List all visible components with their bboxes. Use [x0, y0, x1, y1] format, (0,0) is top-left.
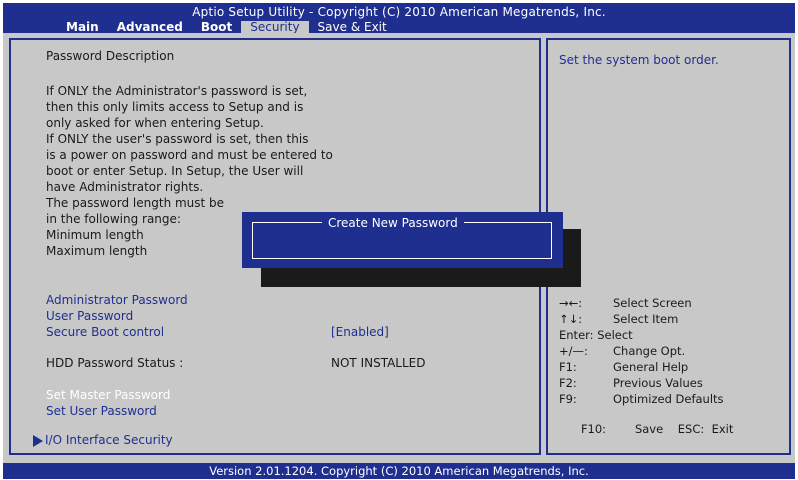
secure-boot-control-item[interactable]: Secure Boot control [46, 325, 164, 339]
key-hint-key: +/—: [559, 344, 588, 358]
key-hint-key: F9: [559, 392, 577, 406]
set-master-password-item[interactable]: Set Master Password [46, 388, 170, 402]
key-hint-action: Select [597, 328, 633, 342]
user-password-item[interactable]: User Password [46, 309, 133, 323]
title-bar: Aptio Setup Utility - Copyright (C) 2010… [3, 3, 795, 34]
dialog-title: Create New Password [322, 215, 464, 231]
description-line: have Administrator rights. [46, 180, 204, 194]
footer-bar: Version 2.01.1204. Copyright (C) 2010 Am… [3, 463, 795, 479]
key-hint: →←: Select Screen [559, 296, 692, 310]
key-hint-action: Select Screen [613, 296, 692, 310]
description-line: Minimum length [46, 228, 144, 242]
left-right-arrows-icon: →←: [559, 296, 583, 310]
help-text: Set the system boot order. [559, 53, 719, 67]
description-line: The password length must be [46, 196, 225, 210]
key-hint-key: Enter: [559, 328, 594, 342]
key-hint-action: Select Item [613, 312, 679, 326]
key-hint-action: Optimized Defaults [613, 392, 724, 406]
key-hint: Enter: Select [559, 328, 633, 342]
set-user-password-item[interactable]: Set User Password [46, 404, 157, 418]
key-hint: ↑↓: Select Item [559, 312, 678, 326]
up-down-arrows-icon: ↑↓: [559, 312, 583, 326]
key-hint-action: General Help [613, 360, 689, 374]
key-hint: F2: Previous Values [559, 376, 703, 390]
key-hint-key: F10: [580, 422, 607, 436]
secure-boot-control-value[interactable]: [Enabled] [331, 325, 389, 339]
description-line: then this only limits access to Setup an… [46, 100, 304, 114]
description-line: Maximum length [46, 244, 148, 258]
administrator-password-item[interactable]: Administrator Password [46, 293, 188, 307]
hdd-password-status-value: NOT INSTALLED [331, 356, 426, 370]
description-line: is a power on password and must be enter… [46, 148, 333, 162]
description-line: If ONLY the user's password is set, then… [46, 132, 309, 146]
description-heading: Password Description [46, 49, 175, 63]
io-interface-security-item[interactable]: I/O Interface Security [33, 433, 173, 447]
description-line: If ONLY the Administrator's password is … [46, 84, 308, 98]
key-hint-key: F1: [559, 360, 577, 374]
key-hint: +/—: Change Opt. [559, 344, 685, 358]
key-hint: F10: Save ESC: Exit [559, 408, 733, 450]
create-password-dialog: Create New Password [242, 212, 563, 268]
key-hint-key: F2: [559, 376, 577, 390]
key-hint-action: Previous Values [613, 376, 703, 390]
submenu-arrow-icon [33, 434, 43, 447]
app-title: Aptio Setup Utility - Copyright (C) 2010… [192, 5, 606, 19]
key-hint: F1: General Help [559, 360, 688, 374]
key-hint-action: Save ESC: Exit [634, 422, 734, 436]
description-line: only asked for when entering Setup. [46, 116, 264, 130]
description-line: in the following range: [46, 212, 181, 226]
io-interface-security-label: I/O Interface Security [45, 433, 173, 447]
description-line: boot or enter Setup. In Setup, the User … [46, 164, 304, 178]
hdd-password-status-label: HDD Password Status : [46, 356, 184, 370]
key-hint: F9: Optimized Defaults [559, 392, 724, 406]
key-hint-action: Change Opt. [613, 344, 686, 358]
help-panel: Set the system boot order. →←: Select Scr… [546, 38, 791, 455]
